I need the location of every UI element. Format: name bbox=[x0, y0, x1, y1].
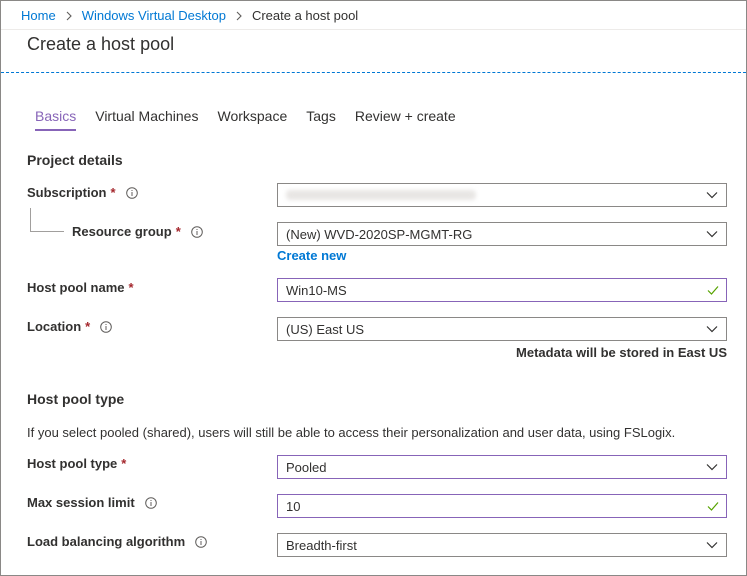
resource-group-label-text: Resource group bbox=[72, 224, 172, 239]
max-session-value: 10 bbox=[286, 499, 301, 514]
tab-tags[interactable]: Tags bbox=[306, 108, 336, 124]
resource-group-label: Resource group * bbox=[72, 224, 203, 239]
host-pool-type-dropdown[interactable]: Pooled bbox=[277, 455, 727, 479]
info-icon[interactable] bbox=[144, 496, 157, 509]
host-pool-name-label-text: Host pool name bbox=[27, 280, 125, 295]
chevron-down-icon bbox=[706, 190, 718, 200]
host-pool-type-value: Pooled bbox=[286, 460, 327, 475]
page-title: Create a host pool bbox=[27, 34, 175, 54]
location-metadata-note: Metadata will be stored in East US bbox=[516, 345, 727, 360]
resource-group-value: (New) WVD-2020SP-MGMT-RG bbox=[286, 227, 473, 242]
host-pool-type-heading: Host pool type bbox=[27, 391, 125, 407]
project-details-heading: Project details bbox=[27, 152, 123, 168]
tab-workspace[interactable]: Workspace bbox=[217, 108, 287, 124]
header-divider bbox=[1, 72, 746, 73]
load-balancing-dropdown[interactable]: Breadth-first bbox=[277, 533, 727, 557]
max-session-label-text: Max session limit bbox=[27, 495, 135, 510]
chevron-down-icon bbox=[706, 540, 718, 550]
location-label: Location * bbox=[27, 319, 113, 334]
tab-basics[interactable]: Basics bbox=[35, 108, 77, 131]
load-balancing-label: Load balancing algorithm bbox=[27, 534, 207, 549]
info-icon[interactable] bbox=[195, 535, 207, 548]
host-pool-type-label-text: Host pool type bbox=[27, 456, 118, 471]
chevron-down-icon bbox=[706, 229, 718, 239]
max-session-label: Max session limit bbox=[27, 495, 157, 510]
info-icon[interactable] bbox=[100, 320, 113, 333]
required-asterisk: * bbox=[110, 185, 116, 200]
breadcrumb-wvd-link[interactable]: Windows Virtual Desktop bbox=[82, 8, 226, 23]
info-icon[interactable] bbox=[125, 186, 138, 199]
host-pool-name-label: Host pool name * bbox=[27, 280, 134, 295]
host-pool-type-label: Host pool type * bbox=[27, 456, 126, 471]
subscription-dropdown[interactable] bbox=[277, 183, 727, 207]
chevron-right-icon bbox=[232, 9, 246, 23]
location-value: (US) East US bbox=[286, 322, 365, 337]
resource-group-tree-connector bbox=[30, 208, 64, 232]
required-asterisk: * bbox=[85, 319, 91, 334]
breadcrumb-home-link[interactable]: Home bbox=[21, 8, 56, 23]
max-session-input[interactable]: 10 bbox=[277, 494, 727, 518]
breadcrumb-bar: Home Windows Virtual Desktop Create a ho… bbox=[1, 1, 746, 30]
required-asterisk: * bbox=[175, 224, 181, 239]
tab-virtual-machines[interactable]: Virtual Machines bbox=[95, 108, 198, 124]
location-label-text: Location bbox=[27, 319, 82, 334]
load-balancing-label-text: Load balancing algorithm bbox=[27, 534, 186, 549]
chevron-down-icon bbox=[706, 462, 718, 472]
checkmark-icon bbox=[707, 500, 719, 512]
breadcrumb-current: Create a host pool bbox=[251, 8, 359, 23]
subscription-value-redacted bbox=[286, 190, 476, 200]
breadcrumb: Home Windows Virtual Desktop Create a ho… bbox=[21, 8, 358, 23]
host-pool-name-input[interactable]: Win10-MS bbox=[277, 278, 727, 302]
checkmark-icon bbox=[707, 284, 719, 296]
create-new-link[interactable]: Create new bbox=[277, 248, 346, 263]
required-asterisk: * bbox=[121, 456, 127, 471]
load-balancing-value: Breadth-first bbox=[286, 538, 357, 553]
fslogix-description: If you select pooled (shared), users wil… bbox=[27, 425, 676, 440]
subscription-label-text: Subscription bbox=[27, 185, 107, 200]
location-dropdown[interactable]: (US) East US bbox=[277, 317, 727, 341]
host-pool-name-value: Win10-MS bbox=[286, 283, 347, 298]
resource-group-dropdown[interactable]: (New) WVD-2020SP-MGMT-RG bbox=[277, 222, 727, 246]
chevron-right-icon bbox=[62, 9, 76, 23]
required-asterisk: * bbox=[128, 280, 134, 295]
wizard-tabs: Basics Virtual Machines Workspace Tags R… bbox=[35, 108, 475, 131]
tab-review-create[interactable]: Review + create bbox=[355, 108, 456, 124]
subscription-label: Subscription * bbox=[27, 185, 138, 200]
info-icon[interactable] bbox=[190, 225, 203, 238]
chevron-down-icon bbox=[706, 324, 718, 334]
